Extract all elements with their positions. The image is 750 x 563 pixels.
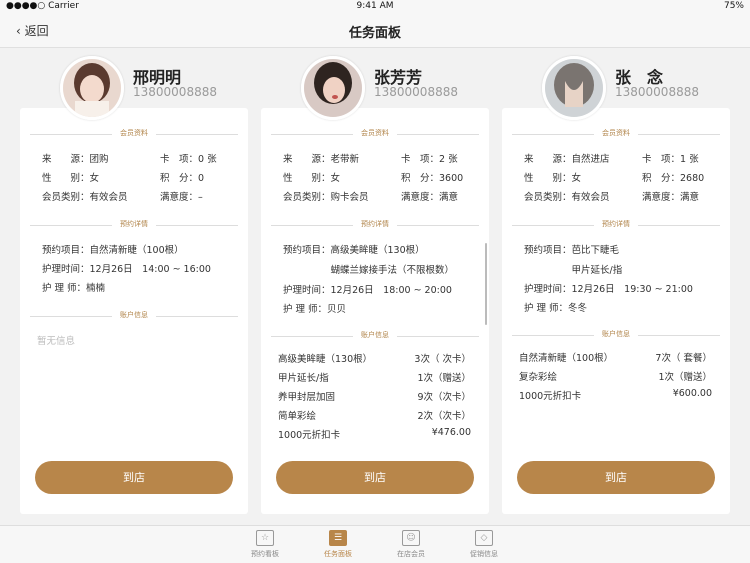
empty-account-text: 暂无信息 bbox=[37, 336, 76, 347]
card-count: 卡 项：0 张 bbox=[160, 154, 217, 165]
tab-promotions[interactable]: ◇ 促销信息 bbox=[454, 530, 514, 559]
member-card: 张 念 13800008888 会员资料 来 源：自然进店 卡 项：1 张 性 … bbox=[502, 56, 730, 514]
member-card: 邢明明 13800008888 会员资料 来 源：团购 卡 项：0 张 性 别：… bbox=[20, 56, 248, 514]
account-section-header: 账户信息 bbox=[30, 310, 238, 322]
booking-row: 护理时间：12月26日 18:00 ~ 20:00 bbox=[283, 285, 452, 296]
tab-bar: ☆ 预约看板 ☰ 任务面板 ☺ 在店会员 ◇ 促销信息 bbox=[0, 525, 750, 563]
arrive-button[interactable]: 到店 bbox=[35, 461, 233, 494]
member-type: 会员类别：有效会员 bbox=[524, 192, 610, 203]
account-value: 9次（次卡） bbox=[417, 392, 471, 403]
gender: 性 别：女 bbox=[42, 173, 100, 184]
gender: 性 别：女 bbox=[524, 173, 582, 184]
booking-row: 预约项目：自然清新睫（100根） bbox=[42, 245, 184, 256]
tab-in-store-members[interactable]: ☺ 在店会员 bbox=[381, 530, 441, 559]
star-icon: ☆ bbox=[256, 530, 274, 546]
avatar bbox=[60, 56, 124, 120]
scrollbar[interactable] bbox=[485, 243, 487, 325]
list-icon: ☰ bbox=[329, 530, 347, 546]
satisfaction: 满意度：满意 bbox=[642, 192, 700, 203]
booking-section-header: 预约详情 bbox=[30, 219, 238, 231]
member-phone: 13800008888 bbox=[374, 85, 458, 99]
account-value: ¥600.00 bbox=[672, 388, 712, 399]
tab-booking-board[interactable]: ☆ 预约看板 bbox=[235, 530, 295, 559]
account-item: 1000元折扣卡 bbox=[519, 391, 582, 402]
account-section-header: 账户信息 bbox=[512, 329, 720, 341]
account-item: 自然清新睫（100根） bbox=[519, 353, 614, 364]
source: 来 源：团购 bbox=[42, 154, 109, 165]
account-value: 1次（赠送） bbox=[658, 372, 712, 383]
booking-row: 预约项目：芭比下睫毛 bbox=[524, 245, 620, 256]
nav-bar: ‹ 返回 任务面板 bbox=[0, 14, 750, 48]
account-value: 3次（ 次卡） bbox=[414, 354, 471, 365]
satisfaction: 满意度：– bbox=[160, 192, 203, 203]
gender: 性 别：女 bbox=[283, 173, 341, 184]
booking-row: 护 理 师：贝贝 bbox=[283, 304, 347, 315]
account-item: 高级美眸睫（130根） bbox=[278, 354, 373, 365]
page-title: 任务面板 bbox=[348, 26, 401, 41]
member-type: 会员类别：购卡会员 bbox=[283, 192, 369, 203]
account-value: ¥476.00 bbox=[431, 427, 471, 438]
battery: 75% bbox=[723, 1, 744, 11]
avatar bbox=[542, 56, 606, 120]
tab-label: 促销信息 bbox=[470, 550, 498, 558]
arrive-button[interactable]: 到店 bbox=[276, 461, 474, 494]
member-card: 张芳芳 13800008888 会员资料 来 源：老带新 卡 项：2 张 性 别… bbox=[261, 56, 489, 514]
arrive-button[interactable]: 到店 bbox=[517, 461, 715, 494]
member-section-header: 会员资料 bbox=[512, 128, 720, 140]
points: 积 分：0 bbox=[160, 173, 205, 184]
booking-section-header: 预约详情 bbox=[512, 219, 720, 231]
account-section-header: 账户信息 bbox=[271, 330, 479, 342]
booking-row: 甲片延长/指 bbox=[524, 265, 623, 276]
member-phone: 13800008888 bbox=[133, 85, 217, 99]
account-value: 1次（赠送） bbox=[417, 373, 471, 384]
tab-label: 在店会员 bbox=[397, 550, 425, 558]
booking-row: 护 理 师：楠楠 bbox=[42, 283, 106, 294]
account-value: 2次（次卡） bbox=[417, 411, 471, 422]
booking-section-header: 预约详情 bbox=[271, 219, 479, 231]
tag-icon: ◇ bbox=[475, 530, 493, 546]
account-item: 1000元折扣卡 bbox=[278, 430, 341, 441]
card-count: 卡 项：1 张 bbox=[642, 154, 699, 165]
points: 积 分：2680 bbox=[642, 173, 705, 184]
account-item: 甲片延长/指 bbox=[278, 373, 329, 384]
card-count: 卡 项：2 张 bbox=[401, 154, 458, 165]
points: 积 分：3600 bbox=[401, 173, 464, 184]
booking-row: 蝴蝶兰嫁接手法（不限根数） bbox=[283, 265, 455, 276]
tab-label: 预约看板 bbox=[251, 550, 279, 558]
booking-row: 护理时间：12月26日 14:00 ~ 16:00 bbox=[42, 264, 211, 275]
booking-row: 护理时间：12月26日 19:30 ~ 21:00 bbox=[524, 284, 693, 295]
account-value: 7次（ 套餐） bbox=[655, 353, 712, 364]
tab-label: 任务面板 bbox=[324, 550, 352, 558]
account-item: 养甲封层加固 bbox=[278, 392, 336, 403]
avatar bbox=[301, 56, 365, 120]
member-section-header: 会员资料 bbox=[271, 128, 479, 140]
account-item: 简单彩绘 bbox=[278, 411, 317, 422]
source: 来 源：老带新 bbox=[283, 154, 360, 165]
status-bar: ●●●●○ Carrier 9:41 AM 75% bbox=[0, 0, 750, 14]
member-phone: 13800008888 bbox=[615, 85, 699, 99]
satisfaction: 满意度：满意 bbox=[401, 192, 459, 203]
booking-row: 预约项目：高级美眸睫（130根） bbox=[283, 245, 425, 256]
source: 来 源：自然进店 bbox=[524, 154, 610, 165]
member-type: 会员类别：有效会员 bbox=[42, 192, 128, 203]
clock: 9:41 AM bbox=[356, 1, 394, 11]
booking-row: 护 理 师：冬冬 bbox=[524, 303, 588, 314]
member-icon: ☺ bbox=[402, 530, 420, 546]
tab-task-panel[interactable]: ☰ 任务面板 bbox=[308, 530, 368, 559]
account-item: 复杂彩绘 bbox=[519, 372, 558, 383]
member-section-header: 会员资料 bbox=[30, 128, 238, 140]
